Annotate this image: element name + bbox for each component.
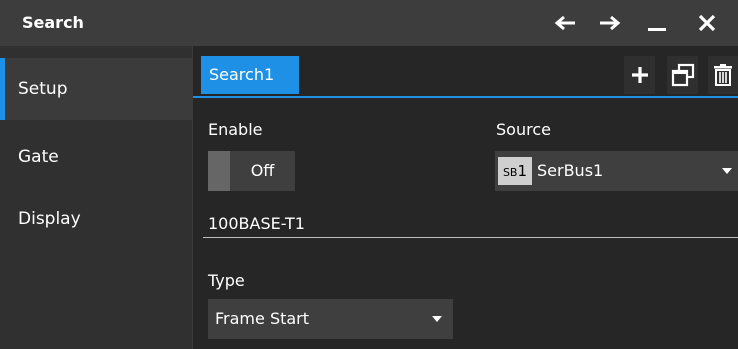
trash-icon <box>714 64 732 86</box>
sidebar-item-gate[interactable]: Gate <box>0 126 192 188</box>
serbus-badge: SB1 <box>498 157 532 185</box>
type-label: Type <box>208 271 245 290</box>
copy-search-button[interactable] <box>667 56 698 94</box>
source-label: Source <box>496 120 551 139</box>
protocol-name: 100BASE-T1 <box>208 214 305 233</box>
plus-icon <box>631 67 648 83</box>
add-search-button[interactable] <box>624 56 655 94</box>
sidebar-item-label: Display <box>18 209 81 229</box>
sidebar-item-display[interactable]: Display <box>0 188 192 250</box>
sidebar-item-setup[interactable]: Setup <box>0 58 192 120</box>
window-title: Search <box>22 13 84 32</box>
windows-copy-icon <box>671 63 694 87</box>
source-select[interactable]: SB1 SerBus1 <box>495 151 738 191</box>
back-button[interactable] <box>545 0 585 46</box>
main-panel: Search1 Enable Off Source SB1 SerBus1 10… <box>193 46 738 349</box>
sidebar-item-label: Setup <box>18 79 68 99</box>
chevron-down-icon <box>432 316 442 322</box>
close-icon <box>698 14 716 32</box>
sidebar: Setup Gate Display <box>0 46 193 349</box>
type-value: Frame Start <box>215 309 310 328</box>
tab-search1[interactable]: Search1 <box>201 56 299 94</box>
minimize-icon <box>648 28 666 31</box>
delete-search-button[interactable] <box>708 56 738 94</box>
search-dialog: Search Setup Gate Display Search1 Enable… <box>0 0 738 349</box>
forward-button[interactable] <box>590 0 630 46</box>
title-bar: Search <box>0 0 738 46</box>
enable-toggle[interactable]: Off <box>208 151 295 191</box>
source-value: SerBus1 <box>537 161 604 180</box>
arrow-right-icon <box>600 15 621 31</box>
chevron-down-icon <box>722 168 732 174</box>
arrow-left-icon <box>554 15 575 31</box>
enable-label: Enable <box>208 120 263 139</box>
protocol-divider <box>203 237 738 238</box>
toggle-knob <box>208 151 230 191</box>
close-button[interactable] <box>687 0 727 46</box>
minimize-button[interactable] <box>637 0 677 46</box>
sidebar-item-label: Gate <box>18 147 59 167</box>
enable-state-text: Off <box>250 161 275 180</box>
type-select[interactable]: Frame Start <box>208 299 453 339</box>
